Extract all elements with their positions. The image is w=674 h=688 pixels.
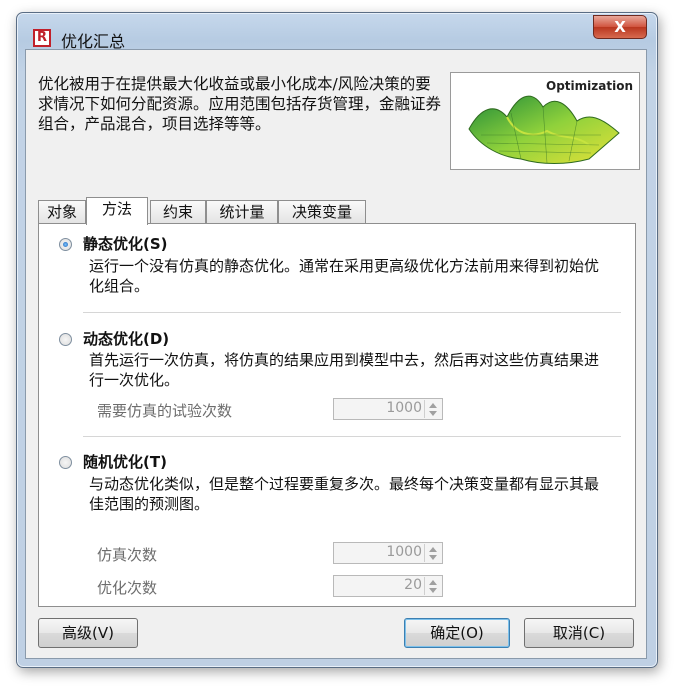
trials-spinner[interactable]: 1000 xyxy=(333,398,443,420)
trials-value: 1000 xyxy=(386,400,422,416)
simulations-spinner[interactable]: 1000 xyxy=(333,542,443,564)
method-panel: 静态优化(S) 运行一个没有仿真的静态优化。通常在采用更高级优化方法前用来得到初… xyxy=(38,223,636,607)
advanced-button[interactable]: 高级(V) xyxy=(38,618,138,648)
optimizations-label: 优化次数 xyxy=(97,579,158,597)
stochastic-optimization-title[interactable]: 随机优化(T) xyxy=(83,451,167,472)
description-text: 优化被用于在提供最大化收益或最小化成本/风险决策的要求情况下如何分配资源。应用范… xyxy=(38,75,442,133)
spinner-arrows-icon[interactable] xyxy=(424,577,441,595)
simulations-value: 1000 xyxy=(386,544,422,560)
tab-method[interactable]: 方法 xyxy=(86,197,148,225)
dynamic-optimization-title[interactable]: 动态优化(D) xyxy=(83,328,169,349)
tab-objects[interactable]: 对象 xyxy=(38,200,86,224)
cancel-button[interactable]: 取消(C) xyxy=(524,618,634,648)
ok-button[interactable]: 确定(O) xyxy=(404,618,510,648)
dynamic-optimization-description: 首先运行一次仿真，将仿真的结果应用到模型中去，然后再对这些仿真结果进行一次优化。 xyxy=(89,351,600,389)
close-button[interactable]: X xyxy=(593,15,647,39)
title-bar[interactable]: R 优化汇总 X xyxy=(17,13,657,51)
optimizations-spinner[interactable]: 20 xyxy=(333,575,443,597)
stochastic-optimization-description: 与动态优化类似，但是整个过程要重复多次。最终每个决策变量都有显示其最佳范围的预测… xyxy=(89,475,600,513)
tab-constraints[interactable]: 约束 xyxy=(150,200,206,224)
trials-label: 需要仿真的试验次数 xyxy=(97,402,233,420)
tab-statistics[interactable]: 统计量 xyxy=(206,200,278,224)
simulations-label: 仿真次数 xyxy=(97,546,158,564)
stochastic-optimization-radio[interactable] xyxy=(59,456,72,469)
static-optimization-radio[interactable] xyxy=(59,238,72,251)
dynamic-optimization-radio[interactable] xyxy=(59,333,72,346)
optimization-image: Optimization xyxy=(450,72,640,170)
spinner-arrows-icon[interactable] xyxy=(424,544,441,562)
app-logo-icon: R xyxy=(33,29,51,47)
image-label: Optimization xyxy=(546,79,633,93)
tab-decision-variables[interactable]: 决策变量 xyxy=(278,200,366,224)
dialog-body: 优化被用于在提供最大化收益或最小化成本/风险决策的要求情况下如何分配资源。应用范… xyxy=(25,49,647,659)
optimizations-value: 20 xyxy=(404,577,422,593)
static-optimization-title[interactable]: 静态优化(S) xyxy=(83,233,168,254)
separator xyxy=(83,312,621,313)
spinner-arrows-icon[interactable] xyxy=(424,400,441,418)
static-optimization-description: 运行一个没有仿真的静态优化。通常在采用更高级优化方法前用来得到初始优化组合。 xyxy=(89,257,600,295)
optimization-summary-dialog: R 优化汇总 X 优化被用于在提供最大化收益或最小化成本/风险决策的要求情况下如… xyxy=(16,12,658,668)
separator xyxy=(83,436,621,437)
